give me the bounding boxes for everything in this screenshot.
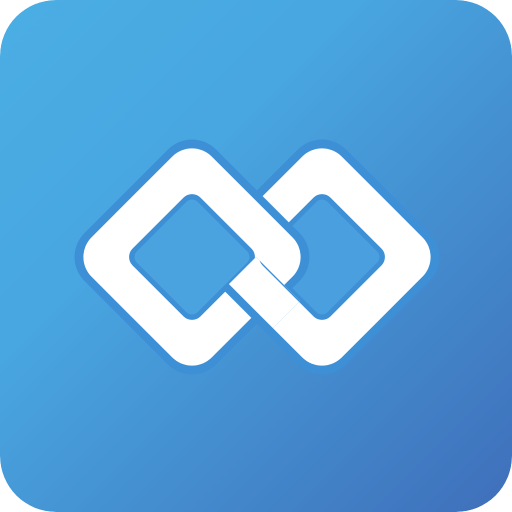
app-icon[interactable]: [0, 0, 512, 512]
link-icon: [0, 0, 512, 512]
